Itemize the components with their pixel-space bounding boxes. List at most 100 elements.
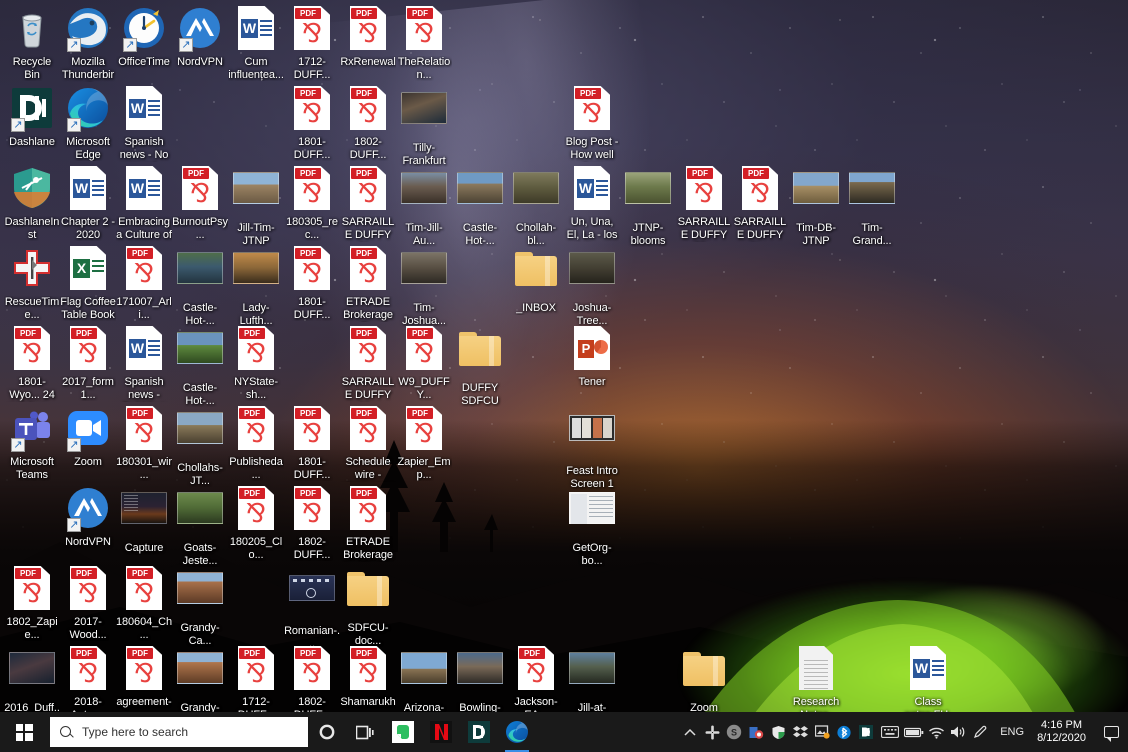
- officetime-tray-icon[interactable]: [745, 712, 767, 752]
- action-center-button[interactable]: [1096, 712, 1126, 752]
- desktop-icon[interactable]: PDF⅋Jackson-EA...: [508, 644, 564, 721]
- desktop-icon[interactable]: PDF⅋2017_form1...: [60, 324, 116, 401]
- pen-tray-icon[interactable]: [969, 712, 991, 752]
- language-indicator[interactable]: ENG: [991, 726, 1033, 738]
- desktop-icon[interactable]: WCum influențea...: [228, 4, 284, 81]
- desktop-icon[interactable]: PDF⅋180205_Clo...: [228, 484, 284, 561]
- desktop-icon[interactable]: WUn, Una, El, La - los a...: [564, 164, 620, 242]
- taskbar-app-dashlane[interactable]: [460, 712, 498, 752]
- desktop-icon[interactable]: Tim-DB-JTNP: [788, 164, 844, 247]
- desktop-icon[interactable]: PDF⅋1802-DUFF...: [340, 84, 396, 161]
- desktop-icon[interactable]: PDF⅋Publisheda...: [228, 404, 284, 481]
- skype-tray-icon[interactable]: S: [723, 712, 745, 752]
- start-button[interactable]: [0, 712, 48, 752]
- desktop-icon[interactable]: NordVPN: [172, 4, 228, 69]
- slack-tray-icon[interactable]: [701, 712, 723, 752]
- desktop-icon[interactable]: PDF⅋SARRAILLE DUFFY N...: [340, 164, 396, 242]
- desktop-icon[interactable]: Lady-Lufth...: [228, 244, 284, 327]
- desktop-icon[interactable]: Romanian-...: [284, 564, 340, 650]
- desktop-icon[interactable]: PDF⅋W9_DUFFY...: [396, 324, 452, 401]
- desktop-icon[interactable]: PDF⅋NYState-sh...: [228, 324, 284, 401]
- desktop-icon[interactable]: PDF⅋RxRenewal: [340, 4, 396, 69]
- desktop-icon[interactable]: PDF⅋TheRelation...: [396, 4, 452, 81]
- desktop-icon[interactable]: WSpanish news - Debido a l...: [116, 324, 172, 402]
- desktop-icon[interactable]: PDF⅋ETRADE Brokerage T...: [340, 484, 396, 562]
- wifi-tray-icon[interactable]: [925, 712, 947, 752]
- desktop-icon[interactable]: PDF⅋2017-Wood...: [60, 564, 116, 641]
- desktop-icon[interactable]: PDF⅋Shamarukh...: [340, 644, 396, 721]
- desktop-icon[interactable]: Grandy-Ca...: [172, 564, 228, 647]
- desktop-icon[interactable]: Recycle Bin: [4, 4, 60, 81]
- desktop-icon[interactable]: PDF⅋1802-DUFF...: [284, 484, 340, 561]
- desktop-icon[interactable]: DashlaneInst: [4, 164, 60, 241]
- desktop-icon[interactable]: OfficeTime: [116, 4, 172, 69]
- desktop-icon[interactable]: DUFFY SDFCU: [452, 324, 508, 407]
- desktop-icon[interactable]: _INBOX: [508, 244, 564, 315]
- dropbox-tray-icon[interactable]: [789, 712, 811, 752]
- volume-tray-icon[interactable]: [947, 712, 969, 752]
- desktop-icon[interactable]: WSpanish news - No van a l...: [116, 84, 172, 162]
- bluetooth-tray-icon[interactable]: [833, 712, 855, 752]
- desktop-icon[interactable]: PDF⅋1802_Zapie...: [4, 564, 60, 641]
- desktop-icon[interactable]: PDF⅋1802-DUFF...: [284, 644, 340, 721]
- show-hidden-icons-button[interactable]: [679, 712, 701, 752]
- desktop-icon[interactable]: PDF⅋SARRAILLE DUFFY In...: [732, 164, 788, 242]
- desktop-icon[interactable]: PDF⅋ETRADE Brokerage T...: [340, 244, 396, 322]
- task-view-button[interactable]: [346, 712, 384, 752]
- desktop-icon[interactable]: Microsoft Teams: [4, 404, 60, 481]
- desktop-icon[interactable]: Zoom: [676, 644, 732, 715]
- battery-tray-icon[interactable]: [903, 712, 925, 752]
- desktop-icon[interactable]: PDF⅋Blog Post - How well does Duolingo: [564, 84, 620, 162]
- desktop-icon[interactable]: PTener: [564, 324, 620, 389]
- desktop-icon[interactable]: PDF⅋180301_wir...: [116, 404, 172, 481]
- taskbar[interactable]: Type here to search: [0, 712, 1128, 752]
- desktop-icon[interactable]: Chollah-bl...: [508, 164, 564, 247]
- desktop-icon[interactable]: SDFCU-doc...: [340, 564, 396, 647]
- desktop-icon[interactable]: Zoom: [60, 404, 116, 469]
- onedrive-photos-tray-icon[interactable]: [811, 712, 833, 752]
- desktop-icon[interactable]: Castle-Hot-...: [452, 164, 508, 247]
- desktop-icon[interactable]: Research Notes- GD...: [788, 644, 844, 722]
- desktop-icon[interactable]: Joshua-Tree...: [564, 244, 620, 327]
- keyboard-tray-icon[interactable]: [877, 712, 903, 752]
- desktop-icon-grid[interactable]: Recycle BinMozilla ThunderbirdOfficeTime…: [0, 0, 1128, 752]
- desktop-icon[interactable]: PDF⅋180604_Ch...: [116, 564, 172, 641]
- desktop-icon[interactable]: Tilly-Frankfurt: [396, 84, 452, 167]
- desktop-icon[interactable]: WChapter 2 - 2020: [60, 164, 116, 241]
- desktop-icon[interactable]: Chollahs-JT...: [172, 404, 228, 487]
- search-input[interactable]: Type here to search: [50, 717, 308, 747]
- desktop-icon[interactable]: Tim-Jill-Au...: [396, 164, 452, 247]
- desktop-icon[interactable]: JTNP-blooms: [620, 164, 676, 247]
- desktop-icon[interactable]: NordVPN: [60, 484, 116, 549]
- desktop-icon[interactable]: RescueTime...: [4, 244, 60, 321]
- desktop-icon[interactable]: PDF⅋1801-DUFF...: [284, 84, 340, 161]
- desktop-icon[interactable]: PDF⅋1712-DUFF...: [284, 4, 340, 81]
- desktop-icon[interactable]: Dashlane: [4, 84, 60, 149]
- desktop-icon[interactable]: GetOrg-bo...: [564, 484, 620, 567]
- desktop-icon[interactable]: PDF⅋SARRAILLE DUFFY 20...: [676, 164, 732, 242]
- desktop-icon[interactable]: PDF⅋2018-Auto-...: [60, 644, 116, 721]
- desktop-icon[interactable]: XFlag Coffee Table Book: [60, 244, 116, 321]
- desktop-icon[interactable]: Castle-Hot-...: [172, 244, 228, 327]
- system-tray[interactable]: S: [679, 712, 1128, 752]
- desktop-wallpaper[interactable]: Recycle BinMozilla ThunderbirdOfficeTime…: [0, 0, 1128, 752]
- desktop-icon[interactable]: PDF⅋agreement-...: [116, 644, 172, 721]
- desktop-icon[interactable]: Microsoft Edge: [60, 84, 116, 161]
- desktop-icon[interactable]: Feast Intro Screen 1: [564, 404, 620, 490]
- clock[interactable]: 4:16 PM 8/12/2020: [1033, 719, 1096, 745]
- taskbar-app-netflix[interactable]: [422, 712, 460, 752]
- cortana-button[interactable]: [308, 712, 346, 752]
- desktop-icon[interactable]: PDF⅋1712-DUFF...: [228, 644, 284, 721]
- desktop-icon[interactable]: WEmbracing a Culture of ...: [116, 164, 172, 242]
- desktop-icon[interactable]: Tim-Grand...: [844, 164, 900, 247]
- desktop-icon[interactable]: Jill-Tim-JTNP: [228, 164, 284, 247]
- dashlane-tray-icon[interactable]: [855, 712, 877, 752]
- desktop-icon[interactable]: PDF⅋BurnoutPsy...: [172, 164, 228, 241]
- desktop-icon[interactable]: Castle-Hot-...: [172, 324, 228, 407]
- desktop-icon[interactable]: PDF⅋171007_Arli...: [116, 244, 172, 321]
- desktop-icon[interactable]: Mozilla Thunderbird: [60, 4, 116, 82]
- desktop-icon[interactable]: Tim-Joshua...: [396, 244, 452, 327]
- desktop-icon[interactable]: PDF⅋1801-DUFF...: [284, 244, 340, 321]
- desktop-icon[interactable]: PDF⅋Schedule wire - chase.com: [340, 404, 396, 482]
- taskbar-app-edge[interactable]: [498, 712, 536, 752]
